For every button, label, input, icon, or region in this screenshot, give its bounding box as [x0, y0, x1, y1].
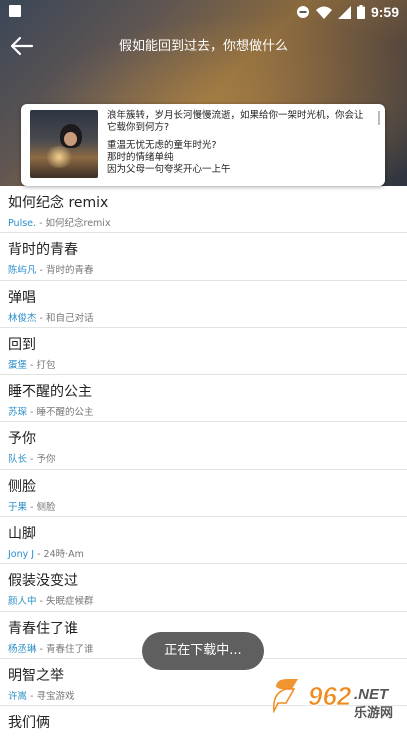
svg-text:962: 962	[308, 681, 352, 711]
song-row[interactable]: 如何纪念 remix Pulse. - 如何纪念remix	[0, 186, 407, 234]
song-row[interactable]: 予你 队长 - 予你	[0, 422, 407, 470]
song-artist: 许嵩	[8, 690, 28, 702]
song-subtitle: 蛋堡 - 打包	[8, 357, 55, 371]
song-subtitle: 陈屿凡 - 背时的青春	[8, 262, 93, 276]
do-not-disturb-icon	[296, 5, 310, 19]
song-row[interactable]: 睡不醒的公主 苏琛 - 睡不醒的公主	[0, 375, 407, 423]
song-album: - 打包	[27, 359, 56, 371]
song-row[interactable]: 假装没变过 颜人中 - 失眠症候群	[0, 564, 407, 612]
song-subtitle: 于果 - 侧脸	[8, 499, 55, 513]
toolbar: 假如能回到过去，你想做什么	[0, 24, 407, 68]
song-album: - 青春住了谁	[36, 643, 94, 655]
song-artist: 蛋堡	[8, 359, 28, 371]
song-subtitle: 颜人中 - 失眠症候群	[8, 593, 93, 607]
description-line: 重温无忧无虑的童年时光?	[107, 140, 217, 151]
song-subtitle: Jony J - 24時·Am	[8, 546, 84, 560]
song-artist: 林俊杰	[8, 312, 37, 324]
song-title: 回到	[8, 336, 36, 353]
signal-icon	[337, 5, 351, 19]
page-title: 假如能回到过去，你想做什么	[118, 39, 288, 54]
song-artist: Pulse.	[8, 218, 37, 229]
song-album: - 如何纪念remix	[36, 218, 111, 229]
svg-text:.NET: .NET	[354, 686, 390, 703]
song-subtitle: 许嵩 - 寻宝游戏	[8, 688, 74, 702]
song-artist: 苏琛	[8, 407, 28, 419]
description-line: 它载你到何方?	[107, 122, 170, 133]
wifi-icon	[315, 6, 332, 19]
song-row[interactable]: 侧脸 于果 - 侧脸	[0, 470, 407, 518]
song-title: 弹唱	[8, 289, 36, 306]
song-artist: 陈屿凡	[8, 265, 37, 277]
song-album: - 失眠症候群	[36, 596, 94, 608]
svg-text:乐游网: 乐游网	[354, 705, 393, 721]
song-album: - 睡不醒的公主	[27, 407, 94, 419]
song-album: - 寻宝游戏	[27, 690, 75, 702]
song-row[interactable]: 弹唱 林俊杰 - 和自己对话	[0, 281, 407, 328]
song-subtitle: 杨丞琳 - 青春住了谁	[8, 641, 93, 655]
song-title: 我们俩	[8, 715, 50, 732]
song-album: - 予你	[27, 454, 56, 466]
song-artist: 队长	[8, 454, 28, 466]
song-title: 侧脸	[8, 478, 36, 495]
song-title: 睡不醒的公主	[8, 384, 92, 401]
song-title: 予你	[8, 431, 36, 448]
song-row[interactable]: 山脚 Jony J - 24時·Am	[0, 517, 407, 565]
song-row[interactable]: 背时的青春 陈屿凡 - 背时的青春	[0, 233, 407, 281]
playlist-description: 浪年簇转，岁月长河慢慢流逝，如果给你一架时光机，你会让 它载你到何方? 重温无忧…	[107, 110, 377, 176]
song-album: - 侧脸	[27, 501, 56, 513]
download-toast: 正在下载中...	[142, 632, 264, 670]
song-album: - 24時·Am	[34, 549, 84, 561]
song-artist: 杨丞琳	[8, 643, 37, 655]
song-title: 背时的青春	[8, 242, 78, 259]
card-scrollbar	[378, 111, 380, 125]
song-artist: 颜人中	[8, 596, 37, 608]
song-title: 如何纪念 remix	[8, 195, 109, 211]
playlist-cover-image	[30, 110, 98, 178]
song-title: 山脚	[8, 526, 36, 543]
song-row[interactable]: 回到 蛋堡 - 打包	[0, 328, 407, 376]
playlist-description-card[interactable]: 浪年簇转，岁月长河慢慢流逝，如果给你一架时光机，你会让 它载你到何方? 重温无忧…	[21, 104, 385, 186]
song-subtitle: 苏琛 - 睡不醒的公主	[8, 404, 93, 418]
song-album: - 背时的青春	[36, 265, 94, 277]
status-bar: 9:59	[0, 0, 407, 24]
description-line: 那时的情绪单纯	[107, 152, 174, 163]
song-title: 假装没变过	[8, 573, 78, 590]
song-subtitle: 队长 - 予你	[8, 451, 55, 465]
song-title: 青春住了谁	[8, 620, 78, 637]
song-album: - 和自己对话	[36, 312, 94, 324]
song-artist: 于果	[8, 501, 28, 513]
song-subtitle: 林俊杰 - 和自己对话	[8, 310, 93, 324]
song-subtitle: Pulse. - 如何纪念remix	[8, 215, 111, 229]
notification-square-icon	[9, 5, 21, 17]
battery-icon	[356, 5, 365, 19]
description-line: 浪年簇转，岁月长河慢慢流逝，如果给你一架时光机，你会让	[107, 110, 364, 121]
watermark-logo: 962 .NET 乐游网	[270, 675, 402, 721]
description-line: 因为父母一句夸奖开心一上午	[107, 164, 231, 175]
song-artist: Jony J	[8, 549, 35, 561]
song-title: 明智之举	[8, 667, 64, 684]
status-time: 9:59	[370, 4, 399, 20]
